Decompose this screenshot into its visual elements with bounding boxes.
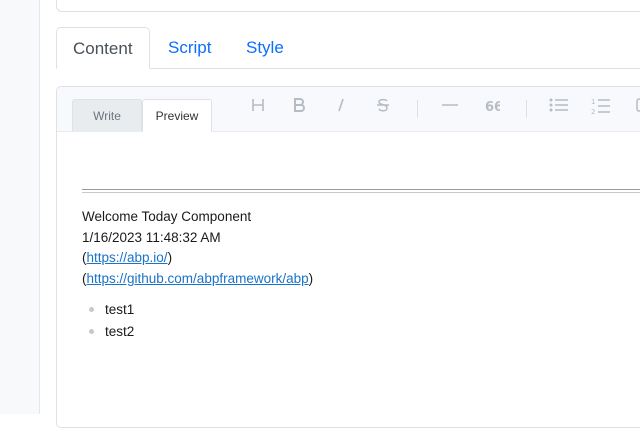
preview-link-line: (https://abp.io/) (82, 248, 172, 268)
list-bullet (89, 307, 94, 312)
preview-pane: Welcome Today Component 1/16/2023 11:48:… (57, 132, 640, 427)
bullet-list-icon[interactable] (548, 97, 570, 121)
abp-io-link[interactable]: https://abp.io/ (87, 250, 168, 265)
tab-content[interactable]: Content (56, 27, 150, 69)
write-mode-tab[interactable]: Write (72, 99, 142, 131)
left-sidebar-strip (0, 0, 40, 414)
preview-datetime: 1/16/2023 11:48:32 AM (82, 230, 221, 245)
list-item: test2 (105, 324, 135, 339)
svg-text:1: 1 (591, 98, 595, 106)
list-item: test1 (105, 302, 135, 317)
toolbar-separator (526, 100, 527, 118)
tab-script[interactable]: Script (168, 27, 211, 68)
paren-close: ) (308, 271, 314, 286)
preview-title: Welcome Today Component (82, 209, 252, 224)
svg-text:66: 66 (485, 100, 500, 113)
github-abp-link[interactable]: https://github.com/abpframework/abp (87, 271, 309, 286)
horizontal-rule (82, 189, 640, 193)
ordered-list-icon[interactable]: 12 (590, 97, 612, 121)
paren-close: ) (167, 250, 173, 265)
bold-icon[interactable] (288, 97, 310, 121)
task-list-icon[interactable] (632, 97, 640, 121)
list-bullet (89, 329, 94, 334)
italic-icon[interactable] (330, 97, 352, 121)
editor-toolbar: Write Preview 66 12 (57, 87, 640, 132)
tab-style[interactable]: Style (246, 27, 284, 68)
toolbar-separator (417, 100, 418, 118)
markdown-editor: Write Preview 66 12 (56, 86, 640, 428)
preview-link-line: (https://github.com/abpframework/abp) (82, 269, 313, 289)
upper-card-edge (56, 0, 640, 12)
quote-icon[interactable]: 66 (481, 97, 503, 121)
preview-mode-tab[interactable]: Preview (142, 99, 212, 132)
horizontal-rule-icon[interactable] (439, 97, 461, 121)
heading-icon[interactable] (247, 97, 269, 121)
strikethrough-icon[interactable] (372, 97, 394, 121)
content-tabs: Content Script Style (56, 27, 640, 69)
svg-text:2: 2 (591, 108, 595, 115)
